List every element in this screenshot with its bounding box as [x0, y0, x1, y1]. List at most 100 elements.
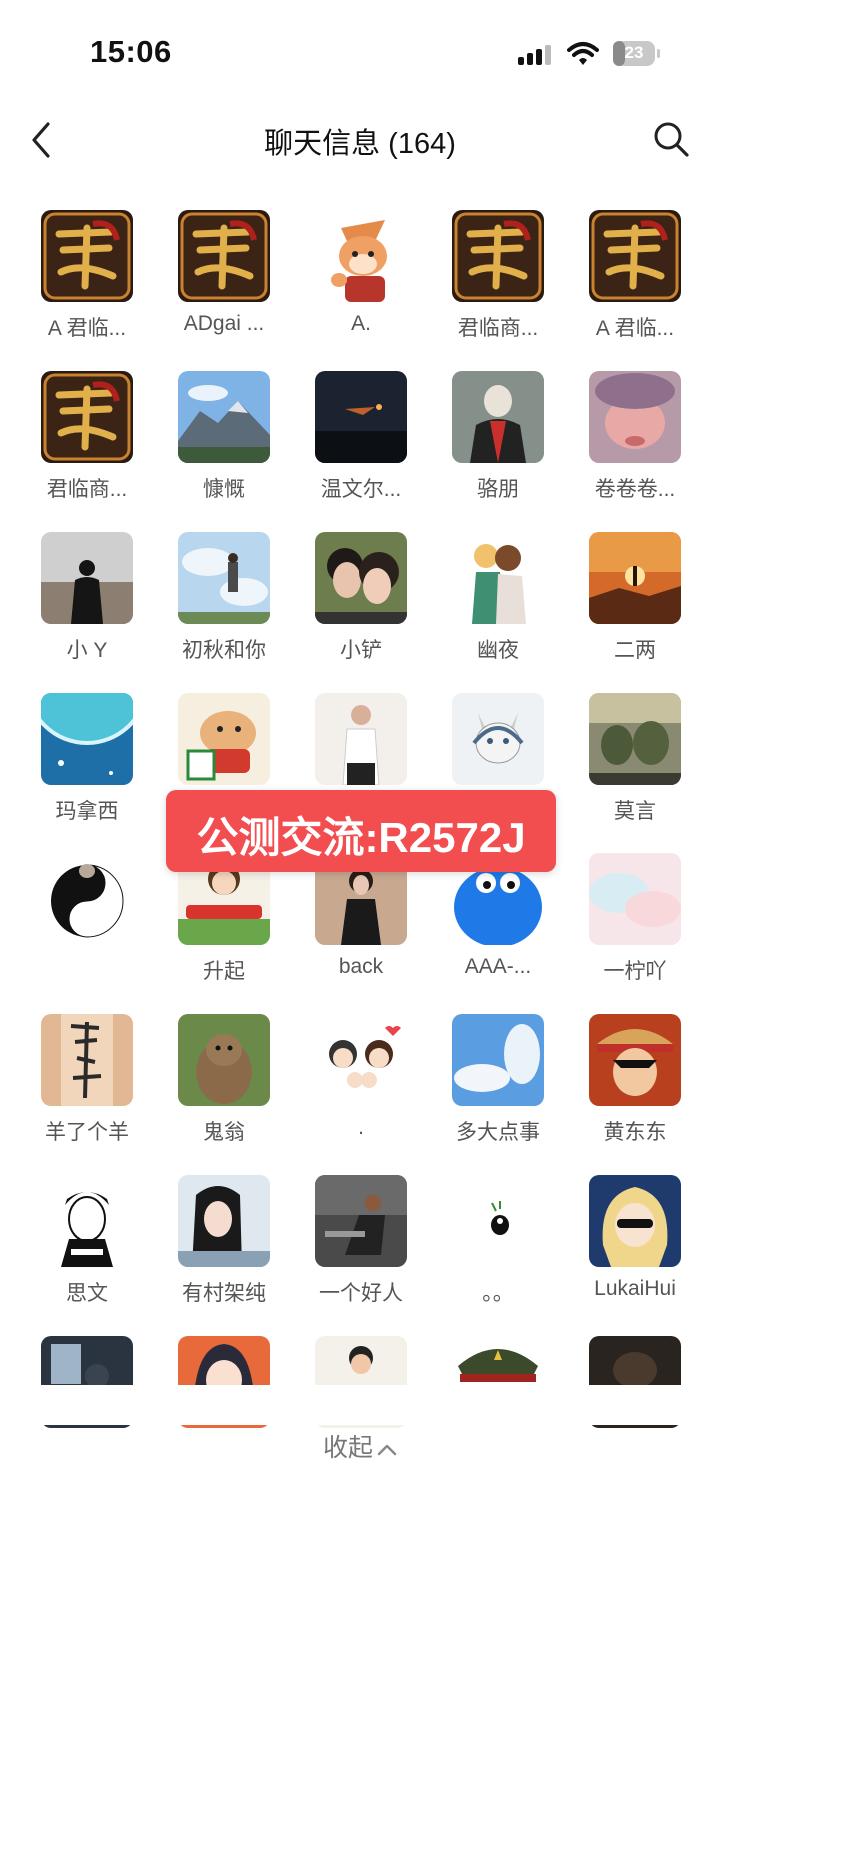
member-item[interactable]: 升起	[164, 853, 284, 993]
member-name: 君临商...	[46, 478, 128, 501]
night-sky-avatar	[315, 371, 407, 463]
member-name: 有村架纯	[182, 1282, 266, 1305]
member-item[interactable]: 卷卷卷...	[575, 371, 695, 511]
member-item[interactable]: 黄东东	[575, 1014, 695, 1154]
member-item[interactable]: 君临商...	[27, 371, 147, 511]
member-name: 慷慨	[203, 478, 245, 501]
member-name: 升起	[203, 960, 245, 983]
member-item[interactable]: 多大点事	[438, 1014, 558, 1154]
masked-hero-avatar	[452, 371, 544, 463]
member-item[interactable]: 莫言	[575, 693, 695, 833]
member-name: A 君临...	[595, 317, 675, 340]
blue-sky-avatar	[452, 1014, 544, 1106]
cartoon-family-avatar	[315, 1014, 407, 1106]
member-name: AAA-...	[464, 955, 532, 978]
cartoon-fox-avatar	[315, 210, 407, 302]
grid-fade	[0, 1385, 720, 1425]
promo-banner: 公测交流:R2572J	[166, 790, 556, 872]
member-item[interactable]: 一柠吖	[575, 853, 695, 993]
group-photo-avatar	[589, 693, 681, 785]
game-logo-avatar	[589, 210, 681, 302]
member-name: 一个好人	[319, 1282, 403, 1305]
collapse-button[interactable]: 收起	[0, 1428, 720, 1464]
sunset-figure-avatar	[589, 532, 681, 624]
member-item[interactable]: 羊了个羊	[27, 1014, 147, 1154]
member-item[interactable]: back	[301, 853, 421, 993]
member-name: 一柠吖	[603, 960, 667, 983]
tiny-figure-avatar	[452, 1175, 544, 1267]
member-name: ADgai ...	[183, 312, 265, 335]
member-item[interactable]	[27, 853, 147, 993]
marmot-avatar	[178, 1014, 270, 1106]
member-item[interactable]: 有村架纯	[164, 1175, 284, 1315]
member-name: 玛拿西	[55, 800, 119, 823]
member-name: A.	[351, 312, 371, 335]
member-name: 黄东东	[603, 1121, 667, 1144]
member-item[interactable]: ADgai ...	[164, 210, 284, 350]
game-logo-avatar	[178, 210, 270, 302]
man-photo-avatar	[315, 693, 407, 785]
member-name: 小 Y	[66, 639, 108, 662]
banner-text: 公测交流:R2572J	[196, 814, 526, 861]
sketch-man-avatar	[41, 1175, 133, 1267]
couple-photo-avatar	[315, 532, 407, 624]
planet-avatar	[41, 693, 133, 785]
yin-yang-cat-avatar	[41, 853, 133, 945]
member-item[interactable]: 一个好人	[301, 1175, 421, 1315]
member-name: A 君临...	[47, 317, 127, 340]
member-item[interactable]: LukaiHui	[575, 1175, 695, 1315]
pastel-avatar	[589, 853, 681, 945]
game-logo-avatar	[41, 210, 133, 302]
member-name: 二两	[614, 639, 656, 662]
member-item[interactable]: AAA-...	[438, 853, 558, 993]
silhouette-person-avatar	[41, 532, 133, 624]
chevron-up-icon	[377, 1445, 397, 1456]
member-item[interactable]: 思文	[27, 1175, 147, 1315]
member-item[interactable]: 鬼翁	[164, 1014, 284, 1154]
member-name: 初秋和你	[182, 639, 266, 662]
member-item[interactable]: 小铲	[301, 532, 421, 672]
portrait-photo-avatar	[589, 371, 681, 463]
cartoon-dog-avatar	[178, 693, 270, 785]
member-item[interactable]: A 君临...	[575, 210, 695, 350]
collapse-label: 收起	[322, 1434, 373, 1462]
game-logo-avatar	[452, 210, 544, 302]
member-item[interactable]: 幽夜	[438, 532, 558, 672]
member-item[interactable]: 玛拿西	[27, 693, 147, 833]
member-grid: A 君临... ADgai ... A. 君临商... A 君临... 君临商.…	[0, 0, 720, 1561]
member-name: 思文	[66, 1282, 108, 1305]
member-item[interactable]: 。。	[438, 1175, 558, 1315]
mountain-photo-avatar	[178, 371, 270, 463]
anime-pirate-avatar	[589, 1014, 681, 1106]
member-name: 多大点事	[456, 1121, 540, 1144]
member-item[interactable]: 二两	[575, 532, 695, 672]
member-item[interactable]: 温文尔...	[301, 371, 421, 511]
member-name: 小铲	[340, 639, 382, 662]
member-name: 卷卷卷...	[594, 478, 676, 501]
member-item[interactable]: .	[301, 1014, 421, 1154]
member-item[interactable]: 小 Y	[27, 532, 147, 672]
gym-photo-avatar	[315, 1175, 407, 1267]
anime-couple-avatar	[452, 532, 544, 624]
member-item[interactable]: 骆朋	[438, 371, 558, 511]
member-name: 骆朋	[477, 478, 519, 501]
anime-blonde-avatar	[589, 1175, 681, 1267]
member-item[interactable]: 慷慨	[164, 371, 284, 511]
member-name: 幽夜	[477, 639, 519, 662]
anime-sky-avatar	[178, 532, 270, 624]
calligraphy-avatar	[41, 1014, 133, 1106]
member-item[interactable]: A 君临...	[27, 210, 147, 350]
member-name: LukaiHui	[594, 1277, 676, 1300]
member-name: 温文尔...	[320, 478, 402, 501]
member-name: 。。	[482, 1282, 514, 1305]
game-logo-avatar	[41, 371, 133, 463]
girl-snow-avatar	[178, 1175, 270, 1267]
member-name: back	[338, 955, 384, 978]
member-name: 君临商...	[457, 317, 539, 340]
member-item[interactable]: 君临商...	[438, 210, 558, 350]
member-name: 羊了个羊	[45, 1121, 129, 1144]
member-item[interactable]: A.	[301, 210, 421, 350]
member-name: 莫言	[614, 800, 656, 823]
member-name: 鬼翁	[203, 1121, 245, 1144]
member-item[interactable]: 初秋和你	[164, 532, 284, 672]
